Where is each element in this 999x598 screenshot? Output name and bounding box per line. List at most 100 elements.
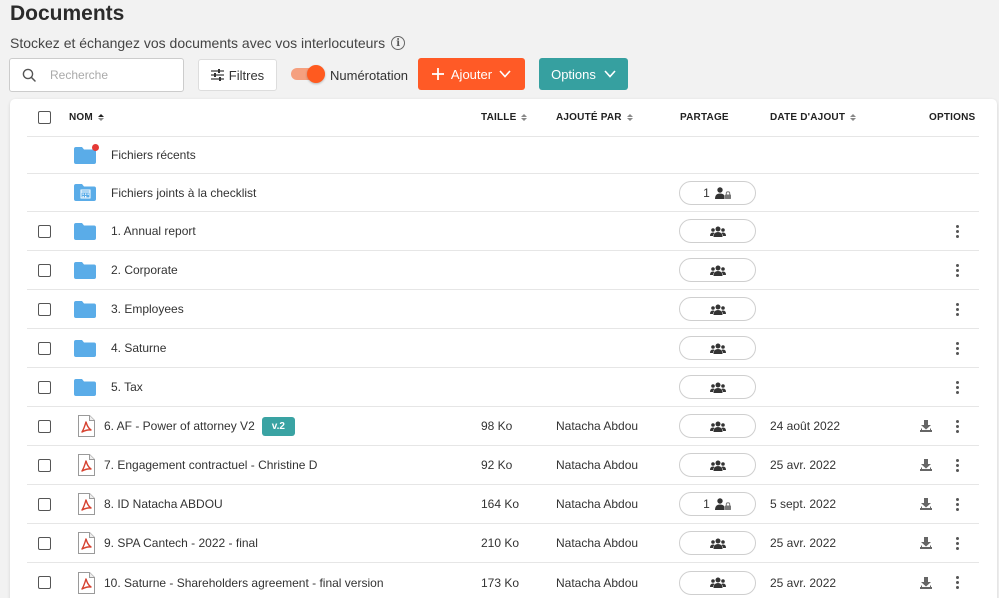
row-checkbox[interactable]: [38, 536, 51, 550]
share-button[interactable]: [679, 258, 756, 282]
plus-icon: [431, 68, 444, 80]
share-button[interactable]: [679, 531, 756, 555]
row-name[interactable]: 1. Annual report: [111, 224, 196, 238]
more-options-icon[interactable]: [955, 302, 959, 316]
row-name-cell[interactable]: 8. ID Natacha ABDOU: [104, 485, 223, 523]
row-name-cell[interactable]: 6. AF - Power of attorney V2 v.2: [104, 407, 295, 445]
download-icon[interactable]: [920, 563, 932, 598]
more-options-icon[interactable]: [955, 419, 959, 433]
row-select-cell: [38, 368, 51, 406]
row-menu-cell: [955, 524, 959, 562]
pdf-file-icon: [78, 454, 95, 476]
row-name-cell[interactable]: Fichiers joints à la checklist: [111, 174, 256, 211]
column-header-added-by[interactable]: AJOUTÉ PAR: [556, 99, 633, 136]
search-input[interactable]: [50, 68, 160, 82]
pdf-file-icon: [78, 571, 95, 594]
download-icon[interactable]: [920, 524, 932, 562]
share-count: 1: [703, 185, 710, 200]
share-button[interactable]: [679, 375, 756, 399]
row-name[interactable]: 10. Saturne - Shareholders agreement - f…: [104, 576, 384, 590]
row-name-cell[interactable]: 3. Employees: [111, 290, 184, 328]
row-name-cell[interactable]: 9. SPA Cantech - 2022 - final: [104, 524, 258, 562]
sliders-icon: [210, 69, 224, 81]
row-name-cell[interactable]: 10. Saturne - Shareholders agreement - f…: [104, 563, 384, 598]
share-button[interactable]: [679, 336, 756, 360]
row-name-cell[interactable]: 5. Tax: [111, 368, 143, 406]
row-share-cell: [679, 329, 756, 367]
download-icon[interactable]: [920, 485, 932, 523]
table-row[interactable]: 10. Saturne - Shareholders agreement - f…: [27, 563, 979, 598]
row-name[interactable]: Fichiers joints à la checklist: [111, 186, 256, 200]
options-button[interactable]: Options: [539, 58, 628, 90]
search-box[interactable]: [9, 58, 184, 92]
table-row[interactable]: 3. Employees: [27, 290, 979, 329]
more-options-icon[interactable]: [955, 536, 959, 550]
row-checkbox[interactable]: [38, 263, 51, 277]
table-row[interactable]: 4. Saturne: [27, 329, 979, 368]
table-row[interactable]: 2. Corporate: [27, 251, 979, 290]
row-name[interactable]: Fichiers récents: [111, 148, 196, 162]
filters-button[interactable]: Filtres: [198, 59, 277, 91]
column-header-date[interactable]: DATE D'AJOUT: [770, 99, 857, 136]
table-row[interactable]: Fichiers joints à la checklist 1: [27, 174, 979, 212]
table-row[interactable]: 1. Annual report: [27, 212, 979, 251]
page-title: Documents: [10, 2, 125, 25]
more-options-icon[interactable]: [955, 497, 959, 511]
table-row[interactable]: 7. Engagement contractuel - Christine D 9…: [27, 446, 979, 485]
table-row[interactable]: 8. ID Natacha ABDOU 164 Ko Natacha Abdou 1 5…: [27, 485, 979, 524]
row-date: 25 avr. 2022: [770, 575, 837, 590]
row-checkbox[interactable]: [38, 419, 51, 433]
row-name-cell[interactable]: Fichiers récents: [111, 137, 196, 173]
table-row[interactable]: 9. SPA Cantech - 2022 - final 210 Ko Natac…: [27, 524, 979, 563]
share-button[interactable]: 1: [679, 180, 756, 205]
row-name[interactable]: 8. ID Natacha ABDOU: [104, 497, 223, 511]
column-header-name[interactable]: NOM: [69, 99, 104, 136]
row-name-cell[interactable]: 1. Annual report: [111, 212, 196, 250]
row-name[interactable]: 2. Corporate: [111, 263, 178, 277]
share-button[interactable]: [679, 453, 756, 477]
row-name[interactable]: 9. SPA Cantech - 2022 - final: [104, 536, 258, 550]
row-checkbox[interactable]: [38, 458, 51, 472]
numbering-toggle[interactable]: [291, 65, 325, 83]
more-options-icon[interactable]: [955, 576, 959, 589]
select-all-checkbox[interactable]: [38, 111, 51, 124]
info-icon[interactable]: i: [391, 36, 406, 50]
row-checkbox[interactable]: [38, 576, 51, 589]
row-name-cell[interactable]: 7. Engagement contractuel - Christine D: [104, 446, 317, 484]
row-checkbox[interactable]: [38, 341, 51, 355]
row-name[interactable]: 5. Tax: [111, 380, 143, 394]
more-options-icon[interactable]: [955, 263, 959, 277]
row-icon-cell: [78, 563, 95, 598]
version-badge[interactable]: v.2: [261, 416, 295, 436]
row-name[interactable]: 6. AF - Power of attorney V2: [104, 419, 255, 433]
options-label: Options: [551, 66, 596, 82]
row-checkbox[interactable]: [38, 302, 51, 316]
more-options-icon[interactable]: [955, 458, 959, 472]
more-options-icon[interactable]: [955, 341, 959, 355]
row-checkbox[interactable]: [38, 224, 51, 238]
download-icon[interactable]: [920, 446, 932, 484]
share-button[interactable]: [679, 414, 756, 438]
table-row[interactable]: Fichiers récents: [27, 137, 979, 174]
share-button[interactable]: [679, 219, 756, 243]
pdf-file-icon: [78, 493, 95, 515]
more-options-icon[interactable]: [955, 380, 959, 394]
column-header-size[interactable]: TAILLE: [481, 99, 528, 136]
table-row[interactable]: 6. AF - Power of attorney V2 v.2 98 Ko Nata…: [27, 407, 979, 446]
row-name-cell[interactable]: 2. Corporate: [111, 251, 178, 289]
share-button[interactable]: [679, 297, 756, 321]
share-button[interactable]: [679, 570, 756, 595]
row-checkbox[interactable]: [38, 380, 51, 394]
row-name[interactable]: 4. Saturne: [111, 341, 166, 355]
share-button[interactable]: 1: [679, 492, 756, 516]
row-name[interactable]: 3. Employees: [111, 302, 184, 316]
column-header-options: OPTIONS: [929, 99, 975, 136]
more-options-icon[interactable]: [955, 224, 959, 238]
row-name[interactable]: 7. Engagement contractuel - Christine D: [104, 458, 317, 472]
add-button[interactable]: Ajouter: [418, 58, 525, 90]
row-checkbox[interactable]: [38, 497, 51, 511]
table-row[interactable]: 5. Tax: [27, 368, 979, 407]
row-name-cell[interactable]: 4. Saturne: [111, 329, 166, 367]
download-icon[interactable]: [920, 407, 932, 445]
column-header-share-label: PARTAGE: [680, 112, 729, 123]
